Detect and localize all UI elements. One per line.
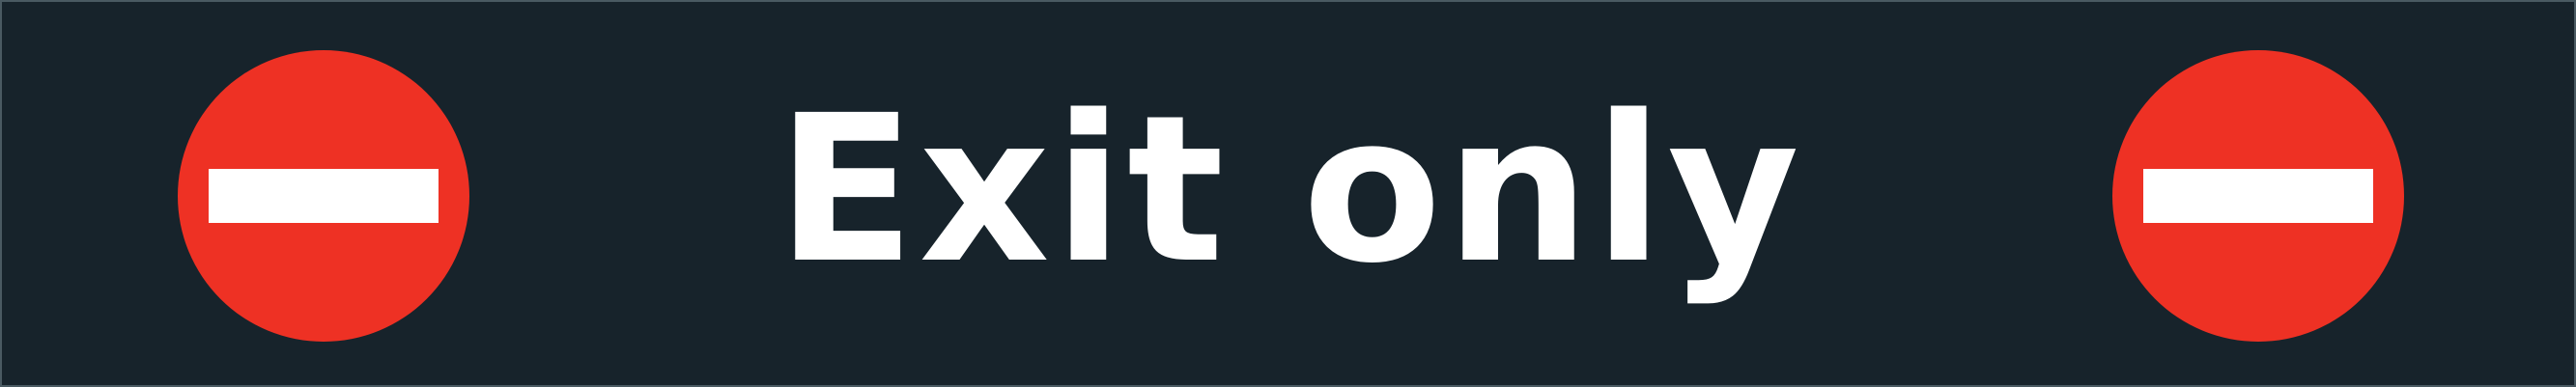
no-entry-icon [2112,50,2404,342]
exit-only-sign: Exit only [0,0,2576,387]
no-entry-bar [2143,169,2373,223]
